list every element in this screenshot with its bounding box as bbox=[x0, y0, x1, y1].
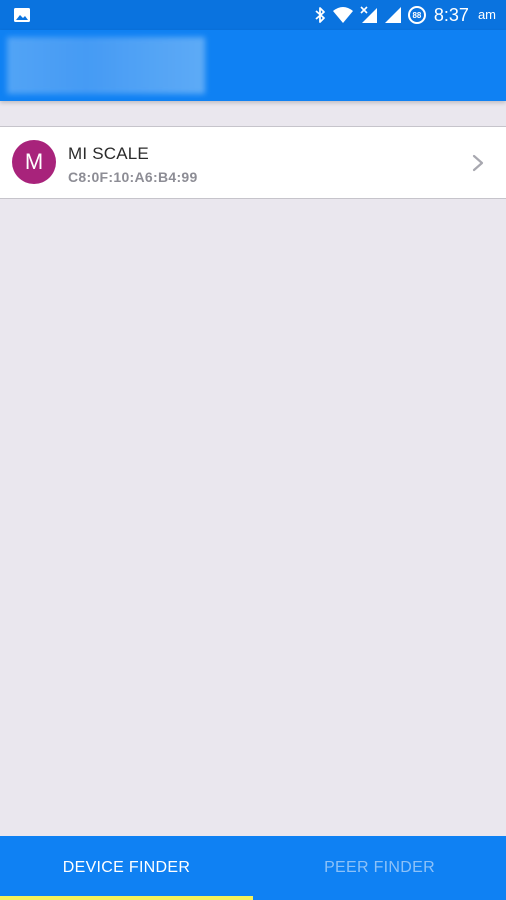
status-bar: 88 8:37 am bbox=[0, 0, 506, 30]
bottom-tab-bar: DEVICE FINDER PEER FINDER bbox=[0, 836, 506, 900]
signal-x-icon bbox=[360, 6, 377, 23]
app-bar bbox=[0, 30, 506, 101]
device-list-item[interactable]: M MI SCALE C8:0F:10:A6:B4:99 bbox=[0, 126, 506, 199]
tab-peer-finder[interactable]: PEER FINDER bbox=[253, 836, 506, 900]
status-ampm: am bbox=[477, 7, 496, 22]
tab-device-finder-label: DEVICE FINDER bbox=[62, 859, 191, 876]
device-mac-address: C8:0F:10:A6:B4:99 bbox=[68, 169, 198, 185]
status-time: 8:37 bbox=[433, 5, 469, 25]
wifi-icon bbox=[332, 7, 353, 23]
app-title-redacted bbox=[7, 37, 205, 94]
tab-device-finder[interactable]: DEVICE FINDER bbox=[0, 836, 253, 900]
device-list: M MI SCALE C8:0F:10:A6:B4:99 bbox=[0, 126, 506, 199]
chevron-right-icon bbox=[472, 154, 484, 172]
bluetooth-icon bbox=[315, 7, 325, 23]
signal-icon bbox=[384, 7, 401, 23]
device-avatar: M bbox=[12, 140, 56, 184]
tab-peer-finder-label: PEER FINDER bbox=[324, 859, 435, 876]
battery-icon: 88 bbox=[407, 6, 426, 24]
gallery-icon bbox=[14, 8, 30, 22]
tab-active-indicator bbox=[0, 896, 253, 900]
device-name: MI SCALE bbox=[68, 144, 149, 163]
